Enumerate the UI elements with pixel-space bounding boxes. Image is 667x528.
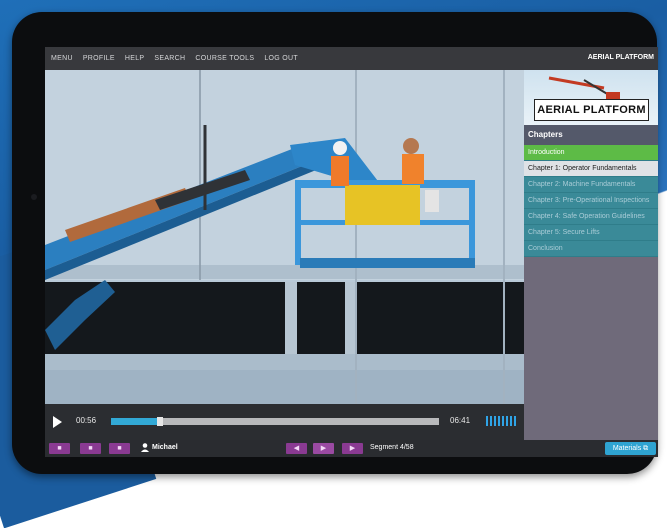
progress-fill (111, 418, 157, 425)
footer-bar: ■ ■ ■ Michael ◀ ▶ ▶ Segment 4/58 Materia… (45, 440, 658, 457)
chapter-list: Introduction Chapter 1: Operator Fundame… (524, 145, 658, 257)
chapter-item-2[interactable]: Chapter 2: Machine Fundamentals (524, 177, 658, 193)
footer-button-3[interactable]: ■ (109, 443, 130, 454)
tablet-frame: MENU PROFILE HELP SEARCH COURSE TOOLS LO… (12, 12, 658, 474)
chapter-item-5[interactable]: Chapter 5: Secure Lifts (524, 225, 658, 241)
camera-dot (31, 194, 37, 200)
chapter-item-introduction[interactable]: Introduction (524, 145, 658, 161)
user-icon (141, 443, 149, 452)
user-info: Michael (141, 443, 178, 452)
user-name: Michael (152, 444, 178, 451)
menu-item-course-tools[interactable]: COURSE TOOLS (195, 55, 254, 62)
play-segment-button[interactable]: ▶ (313, 443, 334, 454)
chapter-item-1[interactable]: Chapter 1: Operator Fundamentals (524, 161, 658, 177)
course-player-screen: MENU PROFILE HELP SEARCH COURSE TOOLS LO… (45, 47, 658, 457)
play-icon[interactable] (53, 416, 62, 428)
chapters-sidebar: AERIAL PLATFORM Chapters Introduction Ch… (524, 70, 658, 440)
progress-knob[interactable] (156, 417, 163, 426)
logo-text: AERIAL PLATFORM (534, 99, 649, 121)
chapters-heading: Chapters (524, 125, 658, 145)
top-menu-bar: MENU PROFILE HELP SEARCH COURSE TOOLS LO… (45, 47, 658, 70)
menu-item-log-out[interactable]: LOG OUT (264, 55, 298, 62)
materials-label: Materials (612, 445, 642, 452)
menu-item-menu[interactable]: MENU (51, 55, 73, 62)
course-title: AERIAL PLATFORM (587, 54, 654, 61)
chapter-item-4[interactable]: Chapter 4: Safe Operation Guidelines (524, 209, 658, 225)
previous-segment-button[interactable]: ◀ (286, 443, 307, 454)
footer-button-1[interactable]: ■ (49, 443, 70, 454)
total-time: 06:41 (450, 416, 471, 425)
menu-item-search[interactable]: SEARCH (154, 55, 185, 62)
course-logo: AERIAL PLATFORM (524, 70, 658, 125)
progress-bar[interactable] (111, 417, 439, 426)
chapter-item-conclusion[interactable]: Conclusion (524, 241, 658, 257)
video-frame[interactable] (45, 70, 524, 404)
volume-icon[interactable] (486, 416, 516, 426)
footer-button-2[interactable]: ■ (80, 443, 101, 454)
next-segment-button[interactable]: ▶ (342, 443, 363, 454)
menu-item-help[interactable]: HELP (125, 55, 145, 62)
chapter-item-3[interactable]: Chapter 3: Pre-Operational Inspections (524, 193, 658, 209)
main-menu: MENU PROFILE HELP SEARCH COURSE TOOLS LO… (45, 55, 298, 62)
menu-item-profile[interactable]: PROFILE (83, 55, 115, 62)
current-time: 00:56 (76, 416, 97, 425)
expand-icon: ⧉ (643, 445, 649, 452)
segment-label: Segment 4/58 (370, 444, 414, 451)
player-controls: 00:56 06:41 (45, 404, 524, 440)
materials-button[interactable]: Materials ⧉ (605, 442, 656, 455)
video-scene (45, 70, 524, 404)
